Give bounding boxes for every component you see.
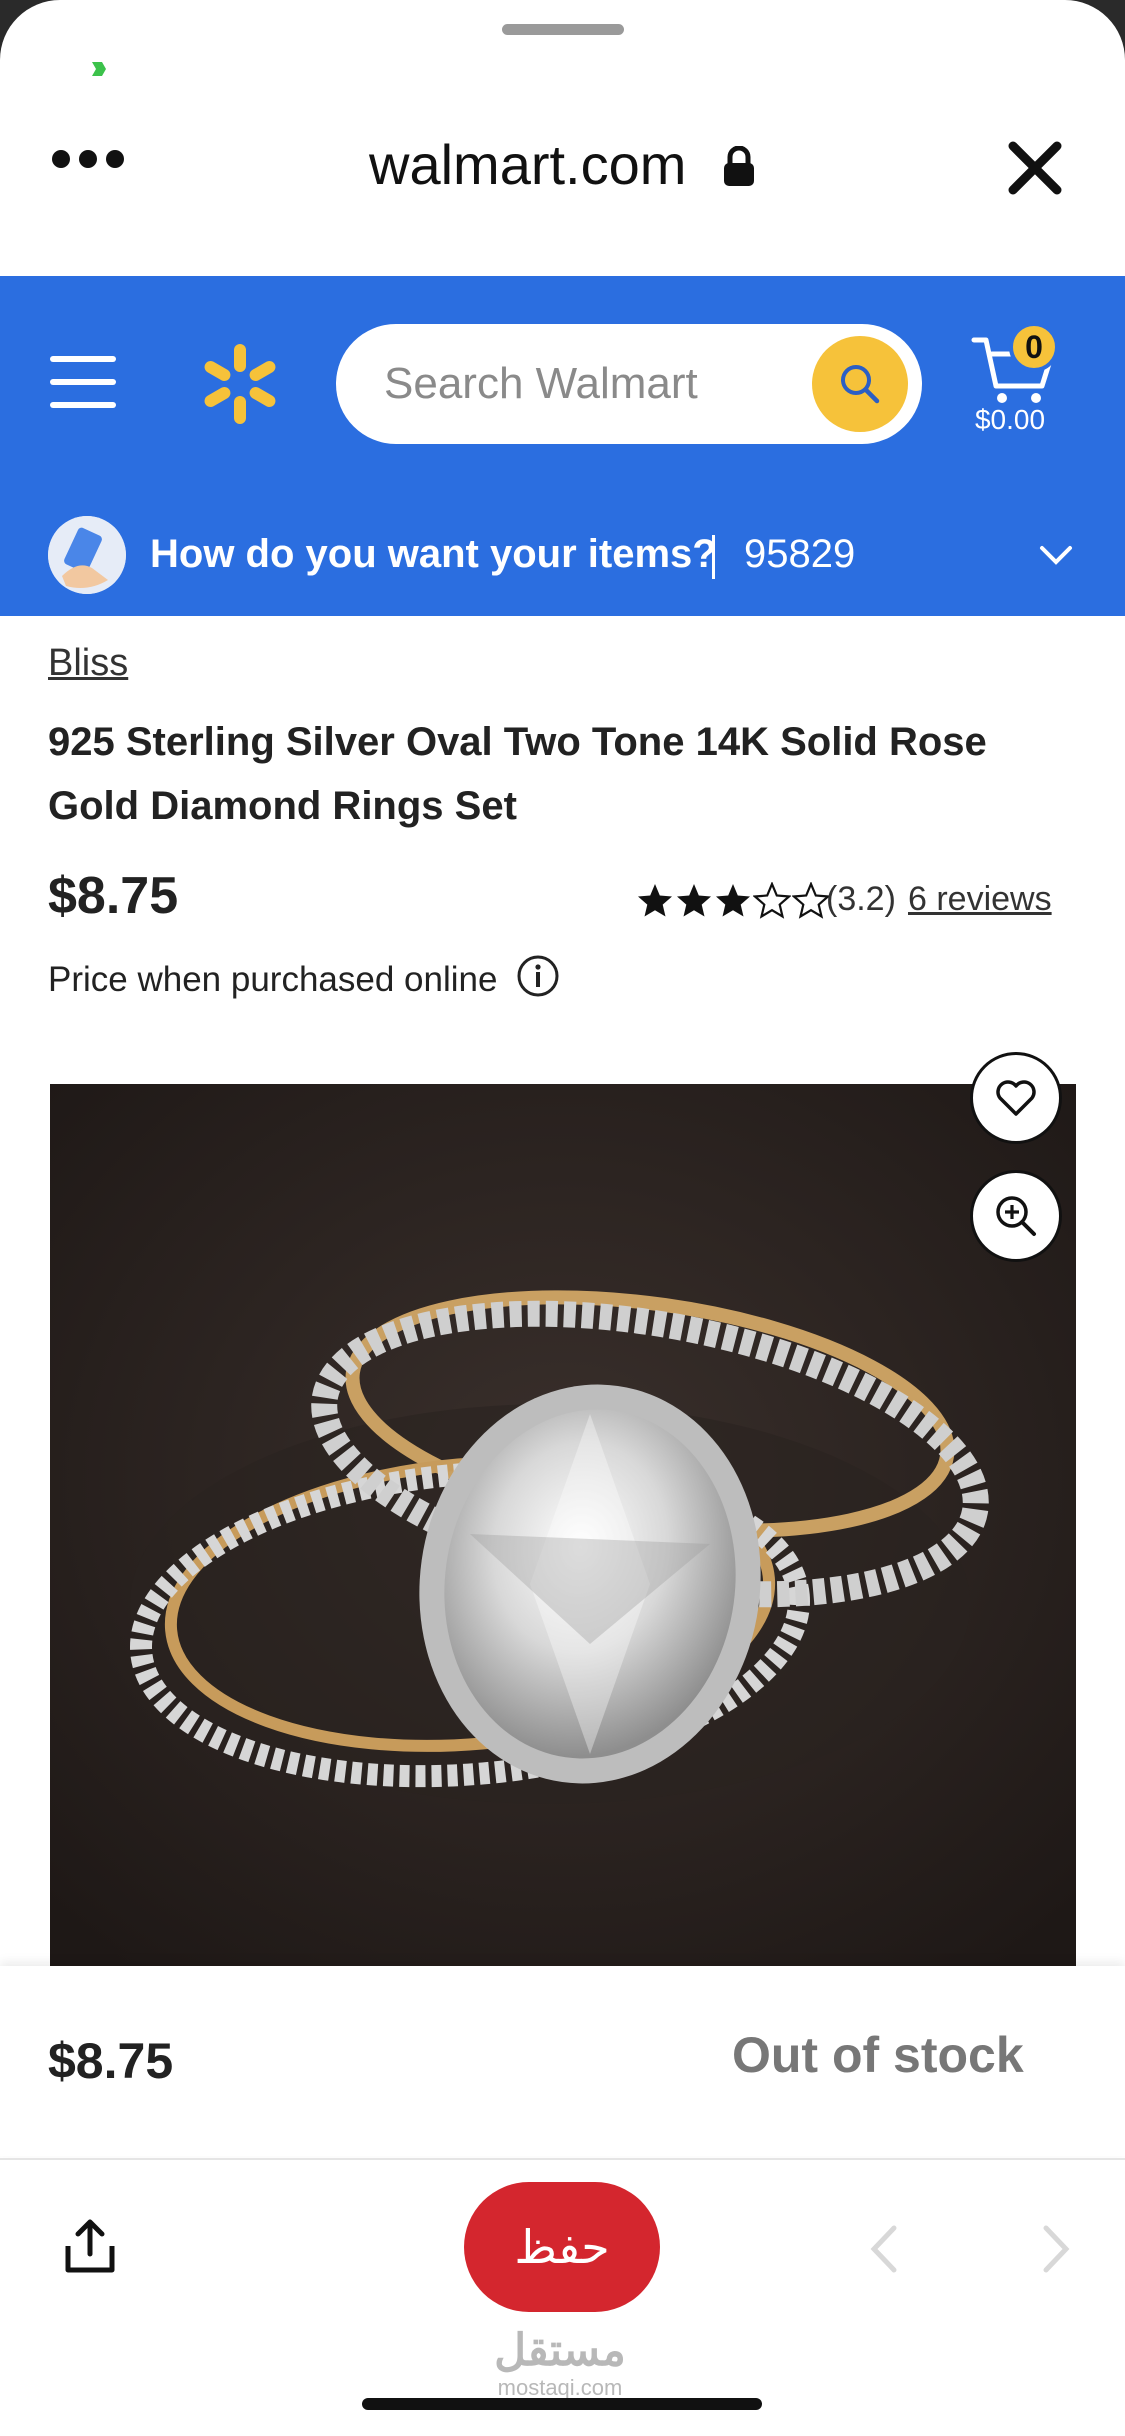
sticky-price: $8.75 [48,2033,174,2089]
search-button[interactable] [812,336,908,432]
star-filled-icon [716,884,750,917]
product-price: $8.75 [48,867,179,925]
rating-stars[interactable] [636,882,830,920]
share-icon[interactable] [62,2216,118,2276]
hamburger-icon[interactable] [50,356,116,408]
favorite-button[interactable] [970,1052,1062,1144]
brand-link[interactable]: Bliss [48,642,128,685]
status-indicator-icon [92,62,106,76]
lock-icon [723,146,754,186]
cart-total: $0.00 [974,404,1046,435]
walmart-spark-icon[interactable] [196,340,284,428]
phone-screen: walmart.com Search Walmart 0 $0.00 How d… [0,0,1125,2436]
reviews-link[interactable]: 6 reviews [908,880,1052,919]
cart-count-badge: 0 [1009,322,1059,372]
chevron-right-icon[interactable] [1036,2222,1076,2276]
delivery-zip[interactable]: 95829 [744,532,855,577]
heart-icon [996,1080,1036,1116]
star-filled-icon [638,884,672,917]
url-label[interactable]: walmart.com [0,132,1125,197]
sheet-grabber[interactable] [502,24,624,35]
delivery-divider [712,535,715,579]
rating-value: (3.2) [826,880,896,918]
delivery-question[interactable]: How do you want your items? [150,532,717,577]
watermark-latin: mostaqi.com [497,2375,623,2400]
home-indicator[interactable] [362,2398,762,2410]
star-empty-icon [792,882,830,919]
star-empty-icon [753,882,791,919]
watermark-logo: مستقل mostaqi.com [440,2326,680,2400]
url-text: walmart.com [369,133,687,196]
search-input[interactable] [384,352,784,416]
zoom-button[interactable] [970,1170,1062,1262]
zoom-in-icon [996,1196,1036,1236]
close-icon[interactable] [1005,138,1065,198]
search-icon [841,365,880,404]
price-note: Price when purchased online [48,960,498,999]
product-title: 925 Sterling Silver Oval Two Tone 14K So… [48,720,987,828]
chevron-down-icon[interactable] [1036,540,1076,570]
save-button[interactable]: حفظ [464,2182,660,2312]
product-image[interactable] [50,1084,1076,1966]
info-icon[interactable] [516,954,560,998]
search-bar [336,324,922,444]
delivery-avatar [48,516,126,594]
chevron-left-icon[interactable] [864,2222,904,2276]
stock-status: Out of stock [732,2027,1024,2083]
star-filled-icon [677,884,711,917]
watermark-arabic: مستقل [494,2326,626,2375]
